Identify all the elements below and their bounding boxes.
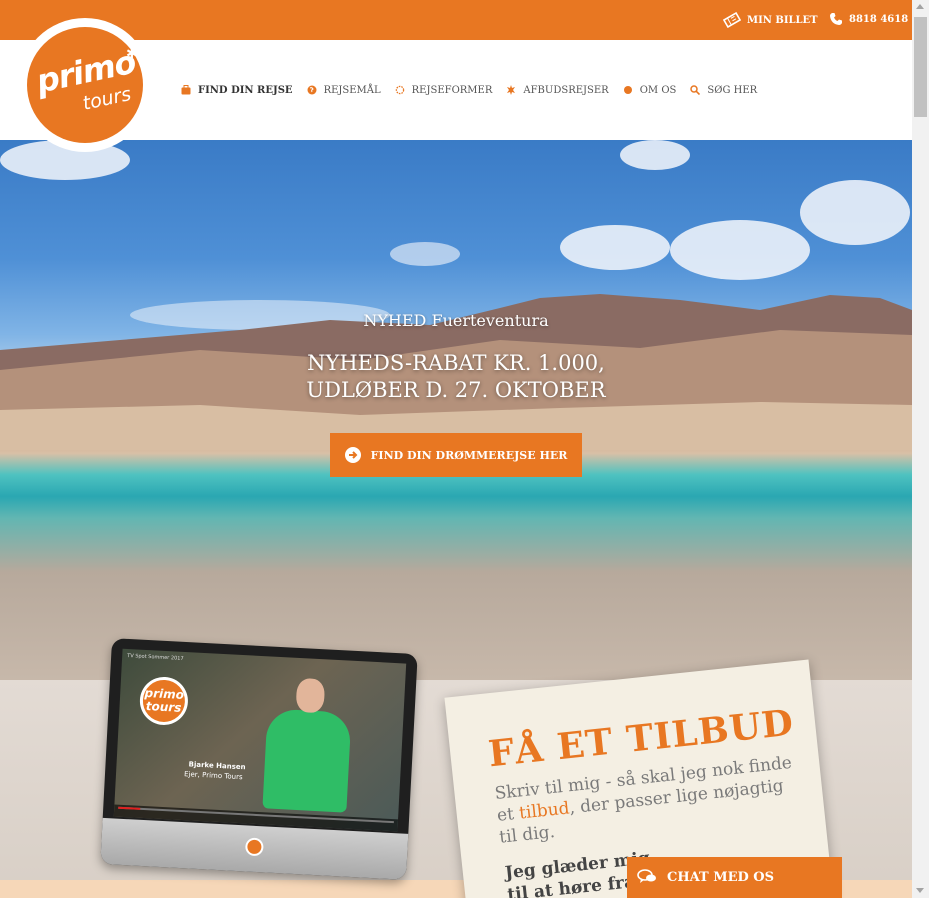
hero-title-line: NYHEDS-RABAT KR. 1.000, [307,351,605,375]
arrow-circle-icon [344,447,361,463]
my-ticket-link[interactable]: MIN BILLET [723,12,818,28]
presenter-role: Ejer, Primo Tours [183,770,243,782]
chat-label: CHAT MED OS [667,870,775,885]
primo-tours-logo: primo tours ✱ [27,27,143,143]
phone-number: 8818 4618 [849,13,909,25]
video-progress-fill [118,806,141,810]
scroll-thumb[interactable] [914,17,927,117]
presenter-name: Bjarke Hansen [188,760,246,772]
hero-title: NYHEDS-RABAT KR. 1.000, UDLØBER D. 27. O… [0,350,912,404]
cloud [670,220,810,280]
nav-label: AFBUDSREJSER [523,84,609,96]
cloud [620,140,690,170]
video-tag: TV Spot Sommer 2017 [127,652,184,662]
video-logo: primo tours [138,675,190,727]
main-nav: FIND DIN REJSE REJSEMÅL REJSEFORMER AFBU… [181,40,771,140]
scrollbar[interactable] [912,0,929,898]
nav-item-rejsemaal[interactable]: REJSEMÅL [307,85,381,96]
cloud [560,225,670,270]
nav-item-rejseformer[interactable]: REJSEFORMER [395,84,493,96]
nav-item-soeg-her[interactable]: SØG HER [690,85,757,96]
find-dream-trip-button[interactable]: FIND DIN DRØMMEREJSE HER [330,433,582,477]
offer-highlight: tilbud [518,798,571,824]
logo-link[interactable]: primo tours ✱ [18,18,152,152]
scroll-up-arrow[interactable] [916,4,924,9]
presenter-figure [262,708,352,813]
cloud [390,242,460,266]
search-icon [690,85,701,96]
dot-icon [623,85,633,95]
nav-item-om-os[interactable]: OM OS [623,84,677,96]
globe-icon [307,85,317,95]
starburst-icon [506,85,516,95]
nav-label: OM OS [639,84,677,96]
nav-item-find-din-rejse[interactable]: FIND DIN REJSE [181,85,293,96]
chat-button[interactable]: CHAT MED OS [627,857,842,898]
find-dream-trip-label: FIND DIN DRØMMEREJSE HER [370,448,568,462]
scroll-down-arrow[interactable] [916,888,924,893]
logo-star-icon: ✱ [126,46,138,62]
hero-banner: NYHED Fuerteventura NYHEDS-RABAT KR. 1.0… [0,140,912,680]
phone-link[interactable]: 8818 4618 [829,12,908,26]
nav-item-afbudsrejser[interactable]: AFBUDSREJSER [506,84,609,96]
hero-subtitle: NYHED Fuerteventura [363,311,549,330]
hero-title-line: UDLØBER D. 27. OKTOBER [306,378,606,402]
cloud [800,180,910,245]
chat-bubbles-icon [637,868,657,888]
suitcase-icon [181,85,191,95]
nav-label: FIND DIN REJSE [198,84,293,96]
nav-label: SØG HER [707,84,758,96]
nav-label: REJSEMÅL [323,84,381,96]
nav-label: REJSEFORMER [411,84,493,96]
video-logo-text: primo tours [141,678,186,724]
top-bar: MIN BILLET 8818 4618 [0,0,912,40]
ticket-icon [723,12,741,28]
my-ticket-label: MIN BILLET [747,14,818,26]
video-monitor: TV Spot Sommer 2017 primo tours Bjarke H… [100,638,418,880]
monitor-logo-dot [244,837,264,857]
video-player[interactable]: TV Spot Sommer 2017 primo tours Bjarke H… [113,648,407,832]
sun-outline-icon [395,85,405,95]
phone-icon [829,12,843,26]
presenter-head [295,677,326,714]
